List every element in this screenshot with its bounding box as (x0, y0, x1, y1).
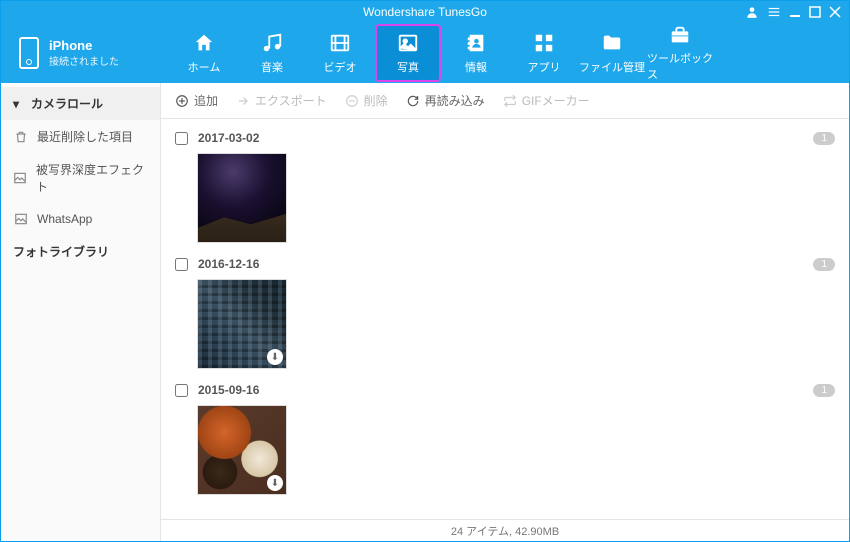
download-icon: ⬇ (267, 349, 283, 365)
window-controls (745, 5, 841, 19)
download-icon: ⬇ (267, 223, 283, 239)
gifmaker-button[interactable]: GIFメーカー (503, 92, 590, 109)
video-icon (328, 31, 352, 55)
nav-files[interactable]: ファイル管理 (579, 24, 645, 82)
user-icon[interactable] (745, 5, 759, 19)
device-name: iPhone (49, 38, 119, 53)
section-header: 2016-12-16 1 (175, 251, 835, 277)
photo-list[interactable]: 2017-03-02 1 ⬇ 2016-12-16 1 ⬇ (161, 119, 849, 519)
maximize-icon[interactable] (809, 6, 821, 18)
delete-button[interactable]: 削除 (345, 92, 388, 109)
section-date: 2017-03-02 (198, 131, 803, 145)
add-button[interactable]: 追加 (175, 92, 218, 109)
home-icon (192, 31, 216, 55)
nav-video[interactable]: ビデオ (307, 24, 373, 82)
chevron-down-icon: ▾ (13, 97, 23, 111)
folder-icon (600, 31, 624, 55)
main-nav: ホーム 音楽 ビデオ 写真 情報 アプリ (171, 24, 713, 82)
section-checkbox[interactable] (175, 384, 188, 397)
count-badge: 1 (813, 384, 835, 397)
download-icon: ⬇ (267, 475, 283, 491)
plus-circle-icon (175, 94, 189, 108)
reload-icon (406, 94, 420, 108)
photo-thumb[interactable]: ⬇ (197, 405, 287, 495)
sidebar-photo-library[interactable]: フォトライブラリ (1, 235, 160, 268)
photo-thumb[interactable]: ⬇ (197, 279, 287, 369)
sidebar-depth-effect[interactable]: 被写界深度エフェクト (1, 153, 160, 203)
device-status: 接続されました (49, 53, 119, 68)
sidebar: ▾ カメラロール 最近削除した項目 被写界深度エフェクト WhatsApp フォ… (1, 83, 161, 541)
sidebar-whatsapp[interactable]: WhatsApp (1, 203, 160, 235)
sidebar-recently-deleted[interactable]: 最近削除した項目 (1, 120, 160, 153)
contacts-icon (464, 31, 488, 55)
menu-icon[interactable] (767, 5, 781, 19)
status-bar: 24 アイテム, 42.90MB (161, 519, 849, 541)
export-icon (236, 94, 250, 108)
section-checkbox[interactable] (175, 258, 188, 271)
trash-icon (13, 129, 29, 145)
nav-tools[interactable]: ツールボックス (647, 24, 713, 82)
nav-photo[interactable]: 写真 (375, 24, 441, 82)
section-date: 2015-09-16 (198, 383, 803, 397)
photo-thumb[interactable]: ⬇ (197, 153, 287, 243)
app-title: Wondershare TunesGo (1, 5, 849, 19)
device-info[interactable]: iPhone 接続されました (1, 37, 171, 69)
image-icon (13, 170, 28, 186)
close-icon[interactable] (829, 6, 841, 18)
music-icon (260, 31, 284, 55)
section-date: 2016-12-16 (198, 257, 803, 271)
image-icon (13, 211, 29, 227)
toolbar: 追加 エクスポート 削除 再読み込み GIFメーカー (161, 83, 849, 119)
reload-button[interactable]: 再読み込み (406, 92, 485, 109)
nav-music[interactable]: 音楽 (239, 24, 305, 82)
toolbox-icon (668, 24, 692, 46)
section-checkbox[interactable] (175, 132, 188, 145)
export-button[interactable]: エクスポート (236, 92, 327, 109)
nav-home[interactable]: ホーム (171, 24, 237, 82)
minimize-icon[interactable] (789, 6, 801, 18)
nav-apps[interactable]: アプリ (511, 24, 577, 82)
nav-info[interactable]: 情報 (443, 24, 509, 82)
section-header: 2017-03-02 1 (175, 125, 835, 151)
apps-icon (532, 31, 556, 55)
phone-icon (19, 37, 39, 69)
count-badge: 1 (813, 132, 835, 145)
sidebar-camera-roll[interactable]: ▾ カメラロール (1, 87, 160, 120)
section-header: 2015-09-16 1 (175, 377, 835, 403)
titlebar: Wondershare TunesGo (1, 1, 849, 23)
minus-circle-icon (345, 94, 359, 108)
photo-icon (396, 31, 420, 55)
repeat-icon (503, 94, 517, 108)
header: iPhone 接続されました ホーム 音楽 ビデオ 写真 (1, 23, 849, 83)
count-badge: 1 (813, 258, 835, 271)
